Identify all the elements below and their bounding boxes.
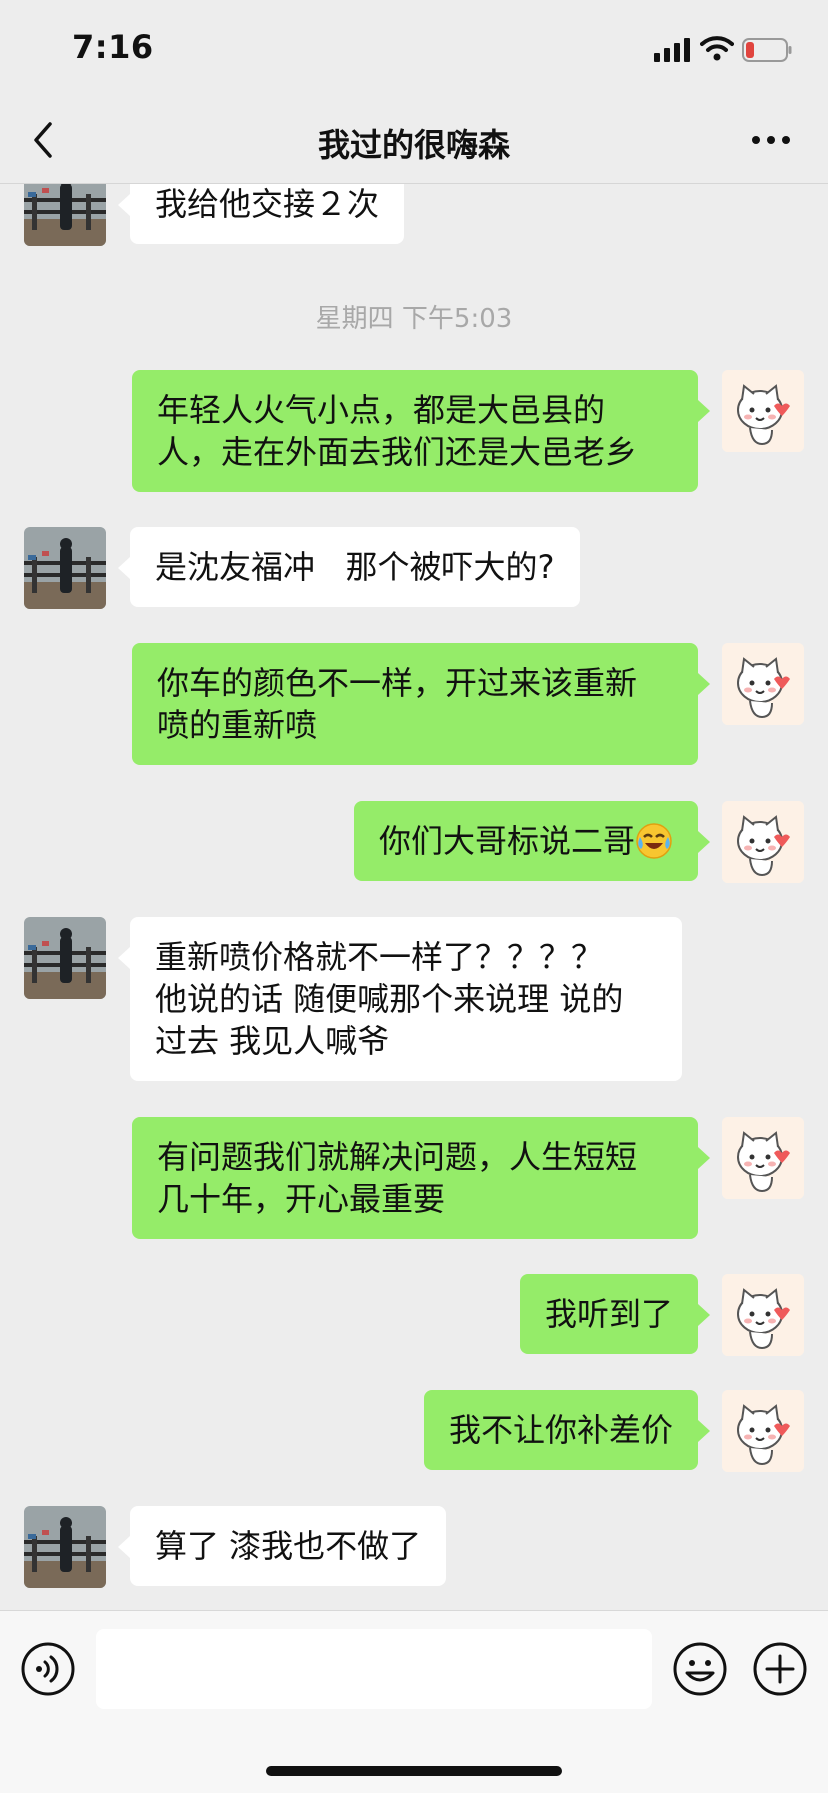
laughing-crying-emoji-icon: [636, 823, 672, 859]
outgoing-message-bubble[interactable]: 年轻人火气小点，都是大邑县的 人，走在外面去我们还是大邑老乡: [132, 370, 710, 492]
status-bar: 7:16: [0, 0, 828, 100]
incoming-message-bubble[interactable]: 是沈友福冲 那个被吓大的?: [118, 527, 580, 607]
more-dots-icon[interactable]: [750, 130, 792, 150]
message-text: 你们大哥标说二哥: [378, 822, 635, 860]
chat-header: 我过的很嗨森: [0, 100, 828, 184]
my-avatar[interactable]: [722, 1390, 804, 1472]
plus-icon[interactable]: [752, 1641, 808, 1697]
my-avatar[interactable]: [722, 370, 804, 452]
outgoing-message-bubble[interactable]: 你车的颜色不一样，开过来该重新 喷的重新喷: [132, 643, 710, 765]
message-timestamp: 星期四 下午5:03: [315, 304, 513, 334]
contact-avatar[interactable]: [24, 917, 106, 999]
contact-avatar[interactable]: [24, 184, 106, 246]
status-time: 7:16: [72, 28, 154, 66]
message-list[interactable]: 我给他交接２次 星期四 下午5:03 年轻人火气小点，都是大邑县的 人，走在外面…: [0, 184, 828, 1610]
incoming-message-bubble[interactable]: 重新喷价格就不一样了？？？？ 他说的话 随便喊那个来说理 说的 过去 我见人喊爷: [118, 917, 682, 1081]
my-avatar[interactable]: [722, 801, 804, 883]
my-avatar[interactable]: [722, 1117, 804, 1199]
message-input[interactable]: [96, 1629, 652, 1709]
incoming-message-bubble[interactable]: 算了 漆我也不做了: [117, 1506, 447, 1586]
my-avatar[interactable]: [722, 643, 804, 725]
outgoing-message-bubble[interactable]: 你们大哥标说二哥: [353, 801, 711, 881]
outgoing-message-bubble[interactable]: 有问题我们就解决问题，人生短短 几十年，开心最重要: [132, 1117, 710, 1239]
emoji-icon[interactable]: [672, 1641, 728, 1697]
battery-low-icon: [742, 38, 792, 62]
my-avatar[interactable]: [722, 1274, 804, 1356]
contact-avatar[interactable]: [24, 527, 106, 609]
chat-title: 我过的很嗨森: [317, 126, 510, 164]
wifi-icon: [700, 36, 734, 61]
outgoing-message-bubble[interactable]: 我不让你补差价: [423, 1390, 711, 1470]
voice-icon[interactable]: [20, 1641, 76, 1697]
home-indicator[interactable]: [266, 1766, 562, 1776]
contact-avatar[interactable]: [24, 1506, 106, 1588]
cellular-signal-icon: [654, 38, 690, 62]
incoming-message-bubble[interactable]: 我给他交接２次: [117, 184, 405, 244]
outgoing-message-bubble[interactable]: 我听到了: [519, 1274, 711, 1354]
